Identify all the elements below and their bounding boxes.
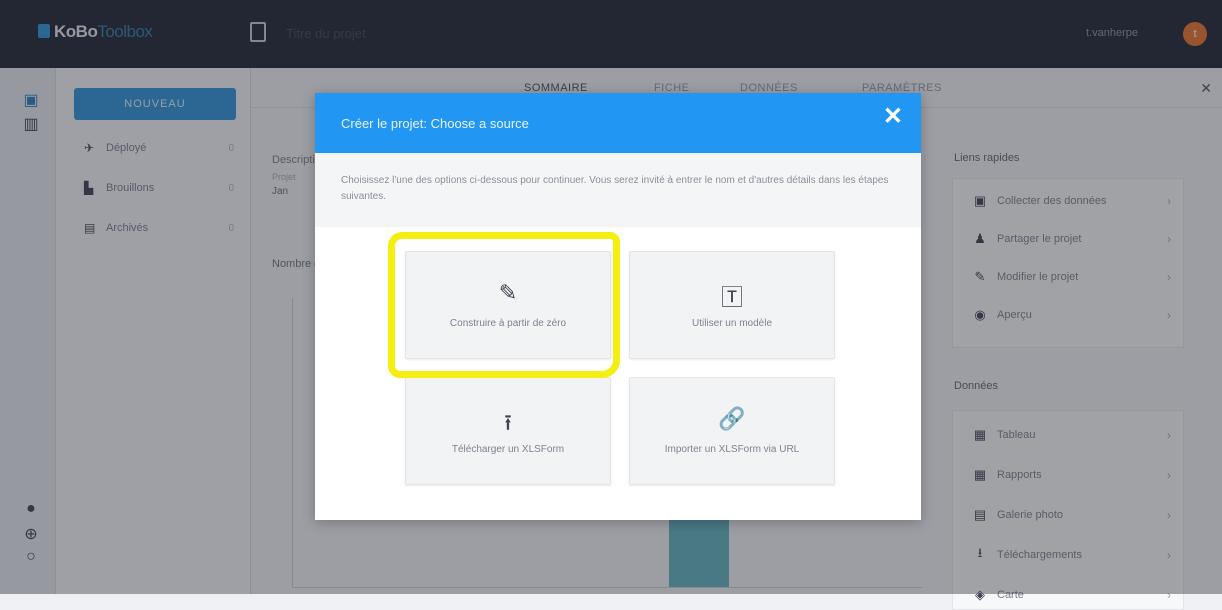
highlight-annotation [388, 232, 620, 378]
upload-xlsform-button[interactable]: ⭱ Télécharger un XLSForm [405, 377, 611, 485]
import-xlsform-url-button[interactable]: 🔗 Importer un XLSForm via URL [629, 377, 835, 485]
option-label: Importer un XLSForm via URL [664, 444, 800, 455]
modal-title: Créer le projet: Choose a source [341, 116, 529, 131]
option-label: Télécharger un XLSForm [451, 444, 565, 455]
option-label: Utiliser un modèle [691, 318, 773, 329]
template-icon: 🅃 [720, 285, 743, 310]
upload-icon: ⭱ [504, 410, 512, 435]
close-icon[interactable]: ✕ [883, 105, 903, 129]
modal-instructions: Choisissez l'une des options ci-dessous … [341, 175, 889, 202]
use-template-button[interactable]: 🅃 Utiliser un modèle [629, 251, 835, 359]
link-icon: 🔗 [718, 406, 746, 431]
modal-info: Choisissez l'une des options ci-dessous … [315, 153, 921, 227]
modal-header: Créer le projet: Choose a source ✕ [315, 93, 921, 153]
